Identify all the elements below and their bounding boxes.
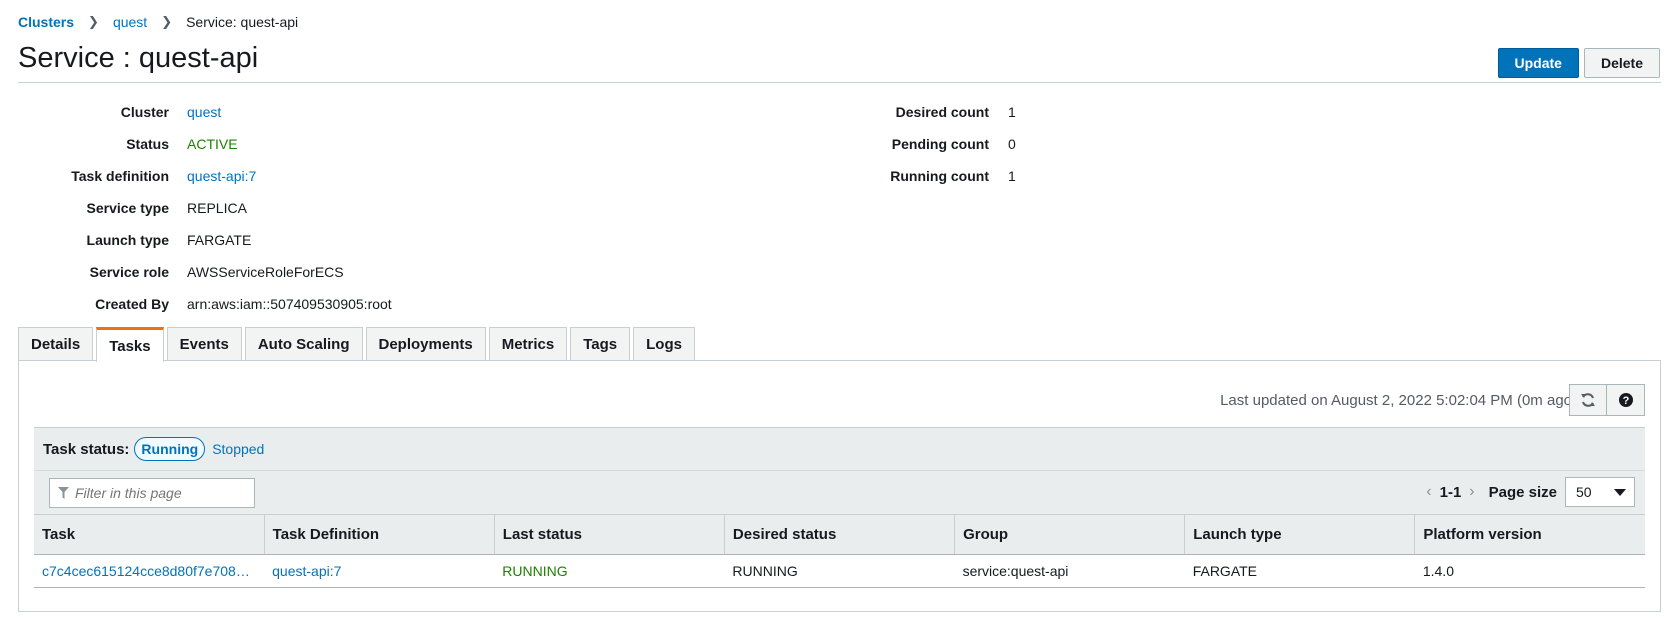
tab-tags[interactable]: Tags — [570, 327, 631, 361]
detail-label: Service type — [86, 200, 170, 216]
filter-icon — [58, 487, 69, 499]
help-button[interactable]: ? — [1607, 384, 1645, 416]
task-definition-cell-link[interactable]: quest-api:7 — [272, 563, 341, 579]
detail-value: 1 — [1008, 168, 1016, 184]
tab-events[interactable]: Events — [166, 327, 242, 361]
help-icon: ? — [1618, 393, 1633, 407]
column-header-platform-version[interactable]: Platform version — [1414, 514, 1645, 555]
table-header-row: Task Task Definition Last status Desired… — [34, 514, 1645, 555]
column-header-launch-type[interactable]: Launch type — [1184, 514, 1416, 555]
tab-auto-scaling[interactable]: Auto Scaling — [244, 327, 363, 361]
last-updated-text: Last updated on August 2, 2022 5:02:04 P… — [1220, 392, 1577, 409]
detail-label: Desired count — [895, 104, 989, 120]
breadcrumb: Clusters ❯ quest ❯ Service: quest-api — [18, 14, 298, 30]
breadcrumb-clusters-link[interactable]: Clusters — [18, 14, 74, 30]
detail-value: arn:aws:iam::507409530905:root — [187, 296, 392, 312]
detail-row-running-count: Running count 1 — [0, 160, 1016, 192]
task-status-filter: Task status: Running Stopped — [34, 428, 1645, 471]
tab-bar: Details Tasks Events Auto Scaling Deploy… — [18, 327, 695, 362]
page-size-select[interactable]: 50 — [1565, 477, 1635, 507]
refresh-icon — [1581, 393, 1595, 407]
caret-down-icon — [1614, 488, 1626, 496]
panel-tools: ? — [1569, 384, 1645, 416]
service-details-right: Desired count 1 Pending count 0 Running … — [0, 96, 1016, 192]
column-header-group[interactable]: Group — [954, 514, 1186, 555]
page-title: Service : quest-api — [18, 42, 259, 74]
column-header-task[interactable]: Task — [34, 514, 265, 555]
filter-input[interactable] — [73, 484, 248, 502]
detail-row-created-by: Created By arn:aws:iam::507409530905:roo… — [0, 288, 392, 320]
detail-label: Service role — [89, 264, 169, 280]
header-divider — [18, 82, 1661, 83]
detail-label: Launch type — [86, 232, 169, 248]
tab-logs[interactable]: Logs — [633, 327, 695, 361]
running-filter-pill[interactable]: Running — [134, 437, 206, 461]
chevron-right-icon: ❯ — [161, 14, 173, 29]
breadcrumb-cluster-link[interactable]: quest — [113, 14, 147, 30]
platform-version-cell: 1.4.0 — [1414, 554, 1645, 588]
header-actions: Update Delete — [1497, 48, 1660, 78]
detail-row-service-role: Service role AWSServiceRoleForECS — [0, 256, 392, 288]
tab-deployments[interactable]: Deployments — [365, 327, 486, 361]
detail-label: Running count — [890, 168, 989, 184]
update-button[interactable]: Update — [1497, 48, 1579, 78]
table-toolbar: ‹ 1-1 › Page size 50 — [34, 471, 1645, 514]
column-header-desired-status[interactable]: Desired status — [724, 514, 956, 555]
task-id-link[interactable]: c7c4cec615124cce8d80f7e708… — [42, 563, 250, 579]
tab-details[interactable]: Details — [18, 327, 94, 361]
refresh-button[interactable] — [1569, 384, 1607, 416]
page-size-value: 50 — [1576, 484, 1592, 500]
tab-tasks[interactable]: Tasks — [96, 327, 164, 362]
page-size-label: Page size — [1488, 483, 1557, 501]
tasks-table-container: Task status: Running Stopped ‹ 1-1 › Pag… — [34, 427, 1645, 588]
detail-value: 0 — [1008, 136, 1016, 152]
detail-row-service-type: Service type REPLICA — [0, 192, 392, 224]
detail-value: FARGATE — [187, 232, 252, 248]
last-status-cell: RUNNING — [494, 554, 725, 588]
svg-text:?: ? — [1622, 395, 1629, 407]
next-page-icon[interactable]: › — [1469, 483, 1474, 501]
group-cell: service:quest-api — [954, 554, 1185, 588]
detail-value: AWSServiceRoleForECS — [187, 264, 344, 280]
breadcrumb-current: Service: quest-api — [186, 14, 299, 30]
detail-value: 1 — [1008, 104, 1016, 120]
previous-page-icon[interactable]: ‹ — [1426, 483, 1431, 501]
task-status-label: Task status: — [43, 440, 130, 458]
tasks-table: Task Task Definition Last status Desired… — [34, 514, 1645, 588]
page-range: 1-1 — [1439, 483, 1462, 501]
stopped-filter-link[interactable]: Stopped — [212, 441, 264, 457]
table-row: c7c4cec615124cce8d80f7e708… quest-api:7 … — [34, 554, 1645, 588]
detail-label: Pending count — [891, 136, 989, 152]
detail-value: REPLICA — [187, 200, 247, 216]
detail-row-pending-count: Pending count 0 — [0, 128, 1016, 160]
detail-label: Created By — [95, 296, 169, 312]
launch-type-cell: FARGATE — [1184, 554, 1415, 588]
detail-row-launch-type: Launch type FARGATE — [0, 224, 392, 256]
chevron-right-icon: ❯ — [88, 14, 99, 29]
detail-row-desired-count: Desired count 1 — [0, 96, 1016, 128]
tab-metrics[interactable]: Metrics — [488, 327, 568, 361]
delete-button[interactable]: Delete — [1583, 48, 1660, 78]
desired-status-cell: RUNNING — [724, 554, 955, 588]
column-header-task-definition[interactable]: Task Definition — [264, 514, 495, 555]
column-header-last-status[interactable]: Last status — [494, 514, 725, 555]
pagination: ‹ 1-1 › Page size 50 — [1426, 477, 1635, 507]
filter-box — [49, 478, 255, 508]
